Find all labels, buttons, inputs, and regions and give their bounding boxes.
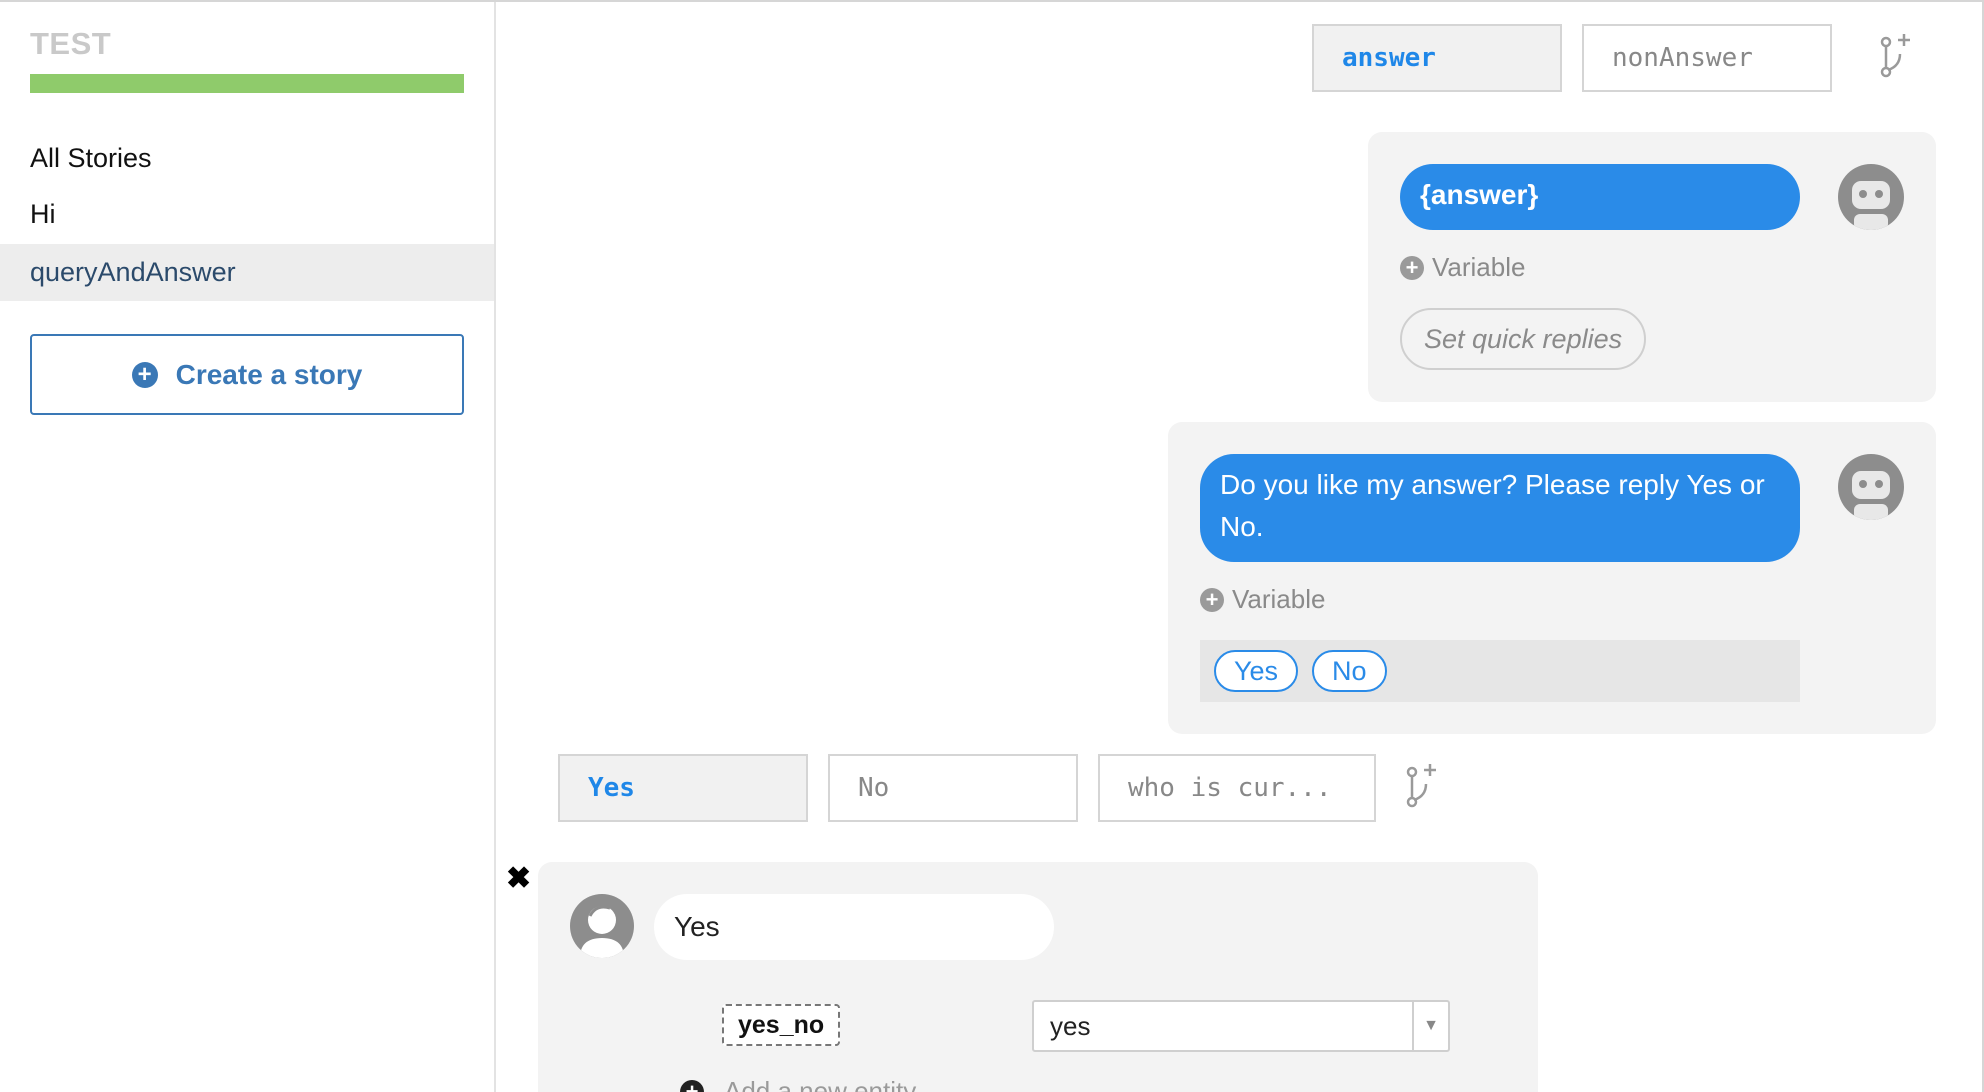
variable-label: Variable: [1432, 252, 1526, 282]
sidebar-item-hi[interactable]: Hi: [0, 186, 494, 243]
quick-replies-bar: Yes No: [1200, 640, 1800, 702]
branch-add-icon[interactable]: [1878, 32, 1914, 80]
progress-fill: [30, 74, 464, 93]
add-entity-label: Add a new entity: [724, 1076, 917, 1092]
user-utterance-input[interactable]: Yes: [654, 894, 1054, 960]
quick-reply-yes[interactable]: Yes: [1214, 650, 1299, 692]
quick-reply-no[interactable]: No: [1312, 650, 1387, 692]
bot-avatar-icon: [1838, 454, 1904, 520]
branch-tab-who-is[interactable]: who is cur...: [1098, 754, 1376, 822]
chevron-down-icon: ▼: [1412, 1002, 1448, 1050]
user-avatar-icon: [570, 894, 634, 958]
branch-add-icon[interactable]: [1404, 762, 1440, 810]
user-message-card: Yes yes_no yes ▼ + Add a new entity: [538, 862, 1538, 1092]
plus-circle-icon: +: [131, 361, 158, 388]
branch-tab-no[interactable]: No: [828, 754, 1078, 822]
entity-name-tag[interactable]: yes_no: [722, 1004, 841, 1046]
sidebar-item-query-and-answer[interactable]: queryAndAnswer: [0, 244, 494, 301]
plus-circle-icon: +: [680, 1079, 704, 1092]
branch-tab-yes[interactable]: Yes: [558, 754, 808, 822]
plus-circle-icon: +: [1400, 255, 1424, 280]
bot-message-card: Do you like my answer? Please reply Yes …: [1168, 422, 1936, 734]
close-icon[interactable]: ✖: [506, 864, 531, 894]
branch-tab-non-answer[interactable]: nonAnswer: [1582, 24, 1832, 92]
training-progress-bar: [30, 74, 464, 93]
bot-message-bubble[interactable]: {answer}: [1400, 164, 1800, 230]
branch-tab-answer[interactable]: answer: [1312, 24, 1562, 92]
add-variable-button[interactable]: + Variable: [1200, 584, 1325, 615]
entity-value-text: yes: [1050, 1011, 1091, 1041]
plus-circle-icon: +: [1200, 587, 1224, 612]
sidebar: TEST All Stories Hi queryAndAnswer + Cre…: [0, 2, 496, 1092]
set-quick-replies-button[interactable]: Set quick replies: [1400, 308, 1647, 370]
sidebar-item-all-stories[interactable]: All Stories: [0, 130, 494, 187]
add-variable-button[interactable]: + Variable: [1400, 252, 1525, 283]
app-window: TEST All Stories Hi queryAndAnswer + Cre…: [0, 0, 1984, 1092]
bot-message-card: {answer} + Variable Set quick replies: [1368, 132, 1936, 402]
entity-value-select[interactable]: yes ▼: [1032, 1000, 1450, 1052]
create-story-label: Create a story: [175, 358, 363, 390]
bot-avatar-icon: [1838, 164, 1904, 230]
bot-message-bubble[interactable]: Do you like my answer? Please reply Yes …: [1200, 454, 1800, 562]
add-entity-button[interactable]: + Add a new entity: [680, 1076, 916, 1092]
create-story-button[interactable]: + Create a story: [30, 334, 464, 415]
variable-label: Variable: [1232, 584, 1326, 614]
project-title: TEST: [30, 26, 112, 61]
